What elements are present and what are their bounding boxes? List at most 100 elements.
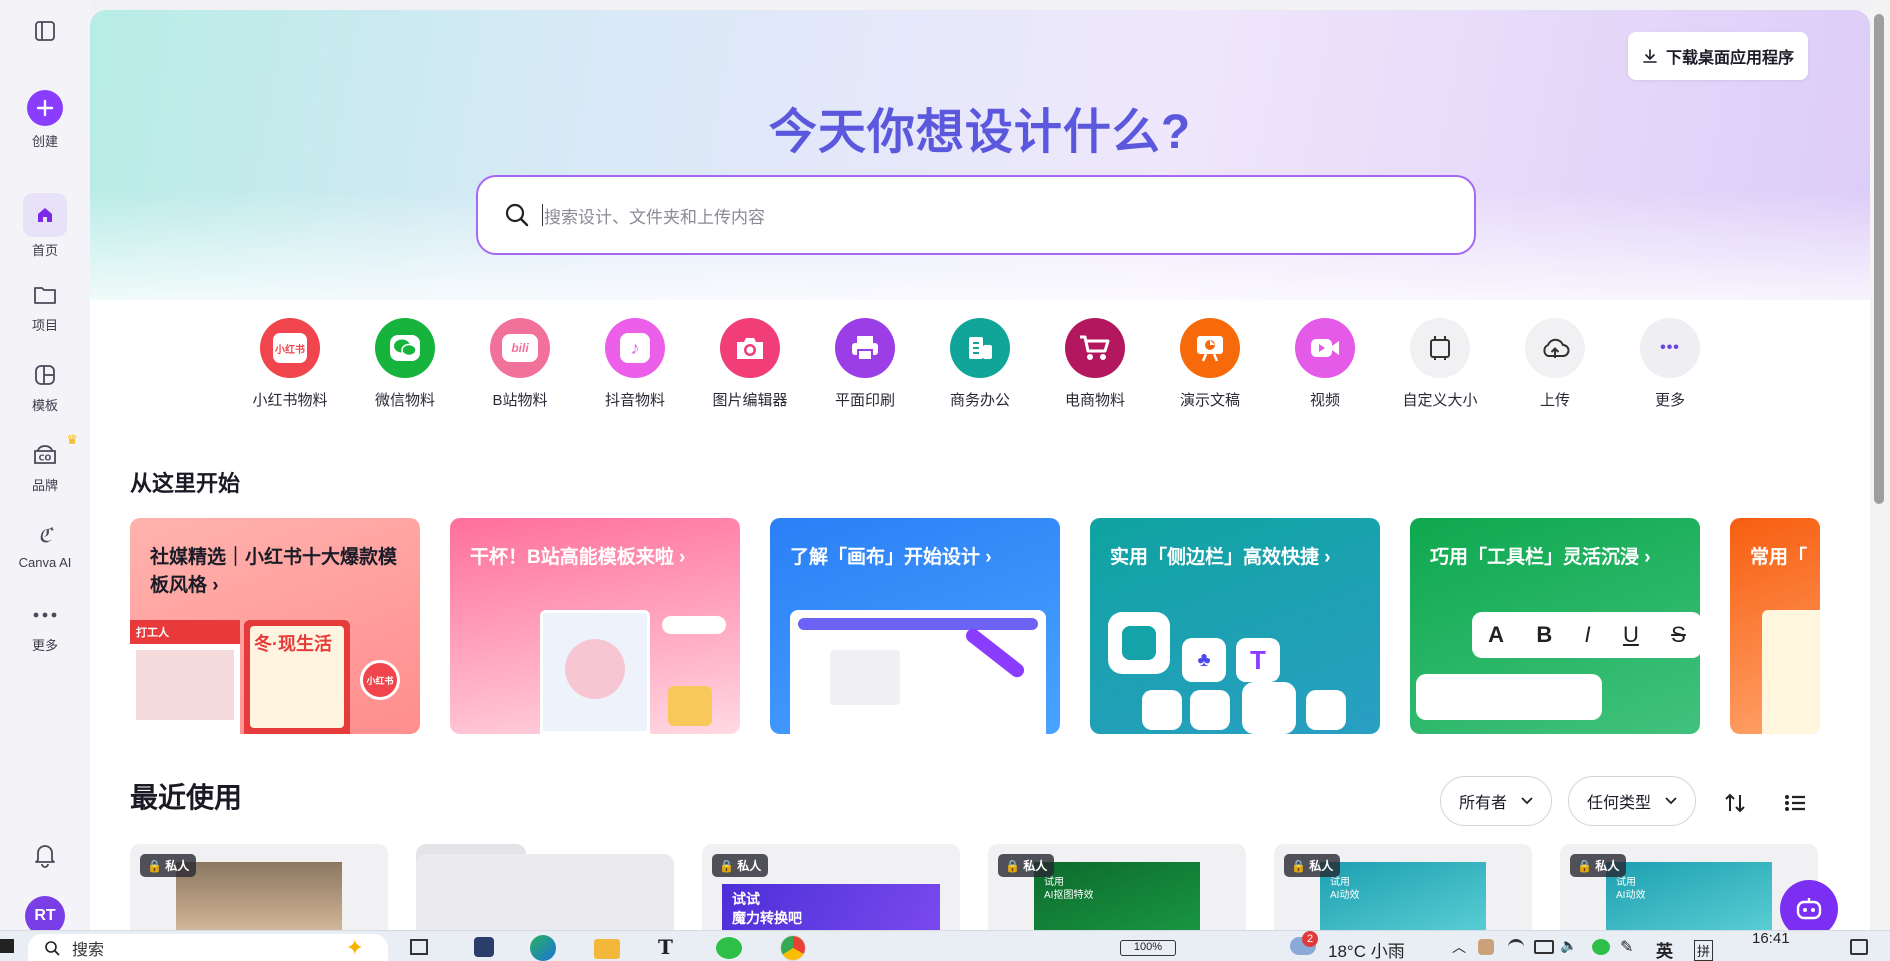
section-title-recent: 最近使用 xyxy=(130,782,243,813)
list-view-button[interactable] xyxy=(1780,790,1810,816)
category-wechat[interactable]: 微信物料 xyxy=(355,318,455,410)
recent-design-card[interactable]: 试用 AI动效 🔒 私人 xyxy=(1274,844,1532,930)
beer-icon xyxy=(668,686,712,726)
start-card-sidebar[interactable]: 实用「侧边栏」高效快捷 › ♣ T xyxy=(1090,518,1380,734)
upload-icon xyxy=(1306,690,1346,730)
douyin-icon: ♪ xyxy=(605,318,665,378)
file-explorer-icon[interactable] xyxy=(594,939,620,959)
wechat-tray-icon[interactable] xyxy=(1592,939,1610,955)
sidebar-item-label: 模板 xyxy=(31,398,58,413)
sidebar-toggle-icon xyxy=(30,16,60,46)
start-card-bilibili[interactable]: 干杯！B站高能模板来啦 › xyxy=(450,518,740,734)
search-icon xyxy=(45,941,60,956)
category-bilibili[interactable]: bili B站物料 xyxy=(470,318,570,410)
sidebar-item-home[interactable]: 首页 xyxy=(0,193,90,259)
page-scrollbar[interactable] xyxy=(1870,0,1890,930)
cat-app-icon[interactable] xyxy=(474,937,494,957)
recent-design-card[interactable]: 试用 AI动效 🔒 私人 xyxy=(1560,844,1818,930)
type-filter-dropdown[interactable]: 任何类型 xyxy=(1568,776,1697,826)
category-photo-editor[interactable]: 图片编辑器 xyxy=(700,318,800,410)
bell-icon xyxy=(30,840,60,870)
tray-cat-icon[interactable] xyxy=(1478,939,1494,955)
category-presentation[interactable]: 演示文稿 xyxy=(1160,318,1260,410)
shape-toolbar xyxy=(1416,674,1602,720)
speaker-icon[interactable]: 🔈 xyxy=(1560,937,1577,954)
start-button[interactable] xyxy=(0,939,14,953)
page-title: 今天你想设计什么? xyxy=(768,106,1192,159)
recent-folder-card[interactable] xyxy=(416,844,674,930)
ime-mode-indicator[interactable]: 拼 xyxy=(1694,940,1714,961)
download-desktop-app-button[interactable]: 下载桌面应用程序 xyxy=(1627,32,1808,80)
filter-label: 任何类型 xyxy=(1587,795,1652,812)
category-label: 电商物料 xyxy=(1064,392,1125,409)
create-label: 创建 xyxy=(31,134,58,149)
sidebar-item-canva-ai[interactable]: ℭ Canva AI xyxy=(0,520,90,570)
sparkle-icon: ✦ xyxy=(345,935,364,960)
wechat-taskbar-icon[interactable] xyxy=(716,937,742,959)
sort-button[interactable] xyxy=(1720,790,1750,816)
sidebar-item-projects[interactable]: 项目 xyxy=(0,280,90,334)
private-badge: 🔒 私人 xyxy=(998,854,1055,877)
card-thumbnail xyxy=(540,610,650,734)
notification-center-icon[interactable] xyxy=(1850,939,1868,955)
edge-icon[interactable] xyxy=(530,935,556,961)
category-label: B站物料 xyxy=(492,392,548,409)
category-print[interactable]: 平面印刷 xyxy=(815,318,915,410)
taskbar-search-label: 搜索 xyxy=(72,942,105,959)
recent-design-card[interactable]: 试试 魔力转换吧 🔒 私人 xyxy=(702,844,960,930)
task-view-icon[interactable] xyxy=(410,939,428,955)
chevron-down-icon xyxy=(1665,797,1677,805)
start-card-canvas[interactable]: 了解「画布」开始设计 › xyxy=(770,518,1060,734)
start-card-toolbar[interactable]: 巧用「工具栏」灵活沉浸 › ABIUS xyxy=(1410,518,1700,734)
recent-design-card[interactable]: 🔒 私人 xyxy=(130,844,388,930)
ime-language-indicator[interactable]: 英 xyxy=(1656,937,1673,961)
video-icon xyxy=(1295,318,1355,378)
category-label: 微信物料 xyxy=(374,392,435,409)
layout-icon xyxy=(1108,612,1170,674)
toggle-sidebar-button[interactable] xyxy=(0,16,90,46)
owner-filter-dropdown[interactable]: 所有者 xyxy=(1440,776,1553,826)
category-ecommerce[interactable]: 电商物料 xyxy=(1045,318,1145,410)
create-button[interactable]: 创建 xyxy=(0,90,90,150)
category-label: 商务办公 xyxy=(949,392,1010,409)
category-office[interactable]: 商务办公 xyxy=(930,318,1030,410)
projects-folder-icon xyxy=(1242,682,1296,734)
start-card-xiaohongshu[interactable]: 社媒精选｜小红书十大爆款模板风格 › 打工人 冬·现生活 小红书 xyxy=(130,518,420,734)
template-icon xyxy=(30,360,60,390)
recent-design-card[interactable]: 试用 AI抠图特效 🔒 私人 xyxy=(988,844,1246,930)
start-card-partial[interactable]: 常用「 xyxy=(1730,518,1820,734)
notifications-button[interactable] xyxy=(0,840,90,870)
category-label: 更多 xyxy=(1654,392,1685,409)
xiaohongshu-badge-icon: 小红书 xyxy=(360,660,400,700)
category-label: 演示文稿 xyxy=(1179,392,1240,409)
show-hidden-icons-icon[interactable]: ︿ xyxy=(1452,937,1466,957)
sidebar-item-brand[interactable]: CO ♛ 品牌 xyxy=(0,432,90,494)
notification-count-badge: 2 xyxy=(1302,931,1318,947)
text-caret xyxy=(542,204,543,226)
wifi-icon[interactable] xyxy=(1508,939,1524,955)
clock-time[interactable]: 16:41 xyxy=(1752,930,1790,947)
design-thumbnail: 试试 魔力转换吧 xyxy=(722,884,940,930)
private-badge: 🔒 私人 xyxy=(140,854,197,877)
cloud-upload-icon xyxy=(1525,318,1585,378)
category-upload[interactable]: 上传 xyxy=(1505,318,1605,410)
category-xiaohongshu[interactable]: 小红书 小红书物料 xyxy=(240,318,340,410)
pen-icon[interactable]: ✎ xyxy=(1620,937,1633,957)
scrollbar-thumb[interactable] xyxy=(1874,14,1884,504)
category-video[interactable]: 视频 xyxy=(1275,318,1375,410)
category-label: 自定义大小 xyxy=(1402,392,1478,409)
chrome-icon[interactable] xyxy=(780,935,806,961)
card-thumbnail xyxy=(1762,610,1820,734)
taskbar-search[interactable]: 搜索 ✦ xyxy=(28,934,388,961)
category-douyin[interactable]: ♪ 抖音物料 xyxy=(585,318,685,410)
robot-icon xyxy=(1796,898,1822,920)
sidebar-item-more[interactable]: 更多 xyxy=(0,600,90,654)
search-input[interactable]: 搜索设计、文件夹和上传内容 xyxy=(476,175,1476,255)
typora-icon[interactable]: T xyxy=(658,935,682,959)
text-icon: T xyxy=(1236,638,1280,682)
sidebar-item-templates[interactable]: 模板 xyxy=(0,360,90,414)
battery-indicator[interactable]: 100% xyxy=(1120,940,1176,956)
network-icon[interactable] xyxy=(1534,940,1554,954)
category-more[interactable]: ••• 更多 xyxy=(1620,318,1720,410)
category-custom-size[interactable]: 自定义大小 xyxy=(1390,318,1490,410)
